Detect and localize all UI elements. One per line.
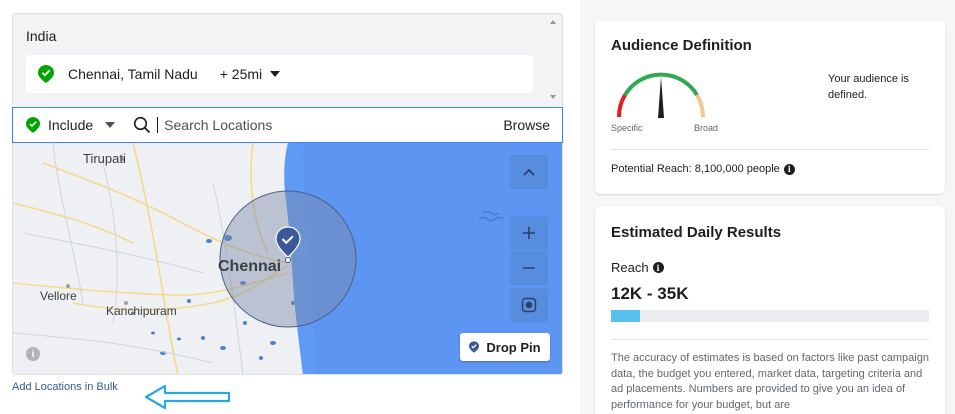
target-icon	[521, 297, 537, 313]
scroll-down-icon[interactable]	[550, 95, 556, 99]
map-label-tirupati: Tirupati	[83, 151, 126, 166]
map-label-chennai: Chennai	[218, 258, 281, 275]
scroll-up-icon[interactable]	[550, 20, 556, 24]
map-label-kanchipuram: Kanchipuram	[106, 304, 177, 318]
arrow-left-icon	[144, 384, 231, 410]
search-locations-input[interactable]	[164, 117, 475, 133]
chevron-down-icon[interactable]	[270, 71, 281, 77]
map-info-icon[interactable]: i	[26, 347, 40, 361]
chevron-up-icon	[523, 168, 535, 176]
selected-location-chip[interactable]: Chennai, Tamil Nadu + 25mi	[26, 55, 533, 93]
reach-label: Reach i	[611, 260, 664, 275]
audience-gauge	[616, 72, 706, 118]
reach-bar	[611, 310, 929, 322]
audience-definition-title: Audience Definition	[611, 37, 752, 54]
chevron-down-icon[interactable]	[105, 122, 116, 128]
plus-icon	[523, 227, 535, 239]
info-icon[interactable]: i	[783, 163, 795, 175]
browse-button[interactable]: Browse	[503, 117, 550, 133]
zoom-out-button[interactable]	[510, 251, 548, 285]
include-dropdown[interactable]: Include	[48, 117, 93, 133]
drop-pin-button[interactable]: Drop Pin	[460, 333, 550, 361]
map-label-vellore: Vellore	[40, 289, 77, 303]
reach-bar-fill	[611, 310, 640, 322]
location-panel: India Chennai, Tamil Nadu + 25mi	[12, 13, 563, 107]
drop-pin-label: Drop Pin	[486, 339, 541, 355]
zoom-in-button[interactable]	[510, 216, 548, 250]
divider	[611, 149, 929, 150]
estimated-daily-results-card: Estimated Daily Results Reach i 12K - 35…	[595, 206, 945, 414]
divider	[611, 339, 929, 340]
audience-status-message: Your audience is defined.	[828, 73, 909, 101]
potential-reach-text: Potential Reach: 8,100,000 people	[611, 163, 780, 175]
estimated-daily-results-title: Estimated Daily Results	[611, 224, 782, 241]
minus-icon	[523, 267, 535, 269]
search-icon	[133, 116, 151, 134]
location-map[interactable]: Tirupati Chennai Vellore Kanchipuram i D…	[12, 143, 563, 375]
info-icon[interactable]: i	[652, 262, 664, 273]
pin-icon	[469, 341, 480, 353]
map-collapse-button[interactable]	[510, 155, 548, 189]
gauge-broad-label: Broad	[694, 123, 719, 133]
location-search-bar: Include Browse	[12, 107, 563, 143]
country-label: India	[26, 28, 57, 44]
text-cursor	[157, 117, 159, 133]
estimate-accuracy-note: The accuracy of estimates is based on fa…	[611, 352, 929, 411]
reach-range: 12K - 35K	[611, 284, 689, 303]
selected-location-city: Chennai, Tamil Nadu	[68, 66, 198, 82]
add-locations-in-bulk-link[interactable]: Add Locations in Bulk	[12, 381, 118, 393]
audience-definition-card: Audience Definition Specific Broad Your …	[595, 21, 945, 194]
gauge-specific-label: Specific	[611, 123, 643, 133]
locate-me-button[interactable]	[510, 288, 548, 322]
include-pin-icon	[26, 117, 40, 133]
reach-label-text: Reach	[611, 260, 649, 275]
location-pin-icon	[38, 65, 54, 83]
potential-reach: Potential Reach: 8,100,000 people i	[611, 163, 795, 175]
radius-selector[interactable]: + 25mi	[220, 66, 262, 82]
